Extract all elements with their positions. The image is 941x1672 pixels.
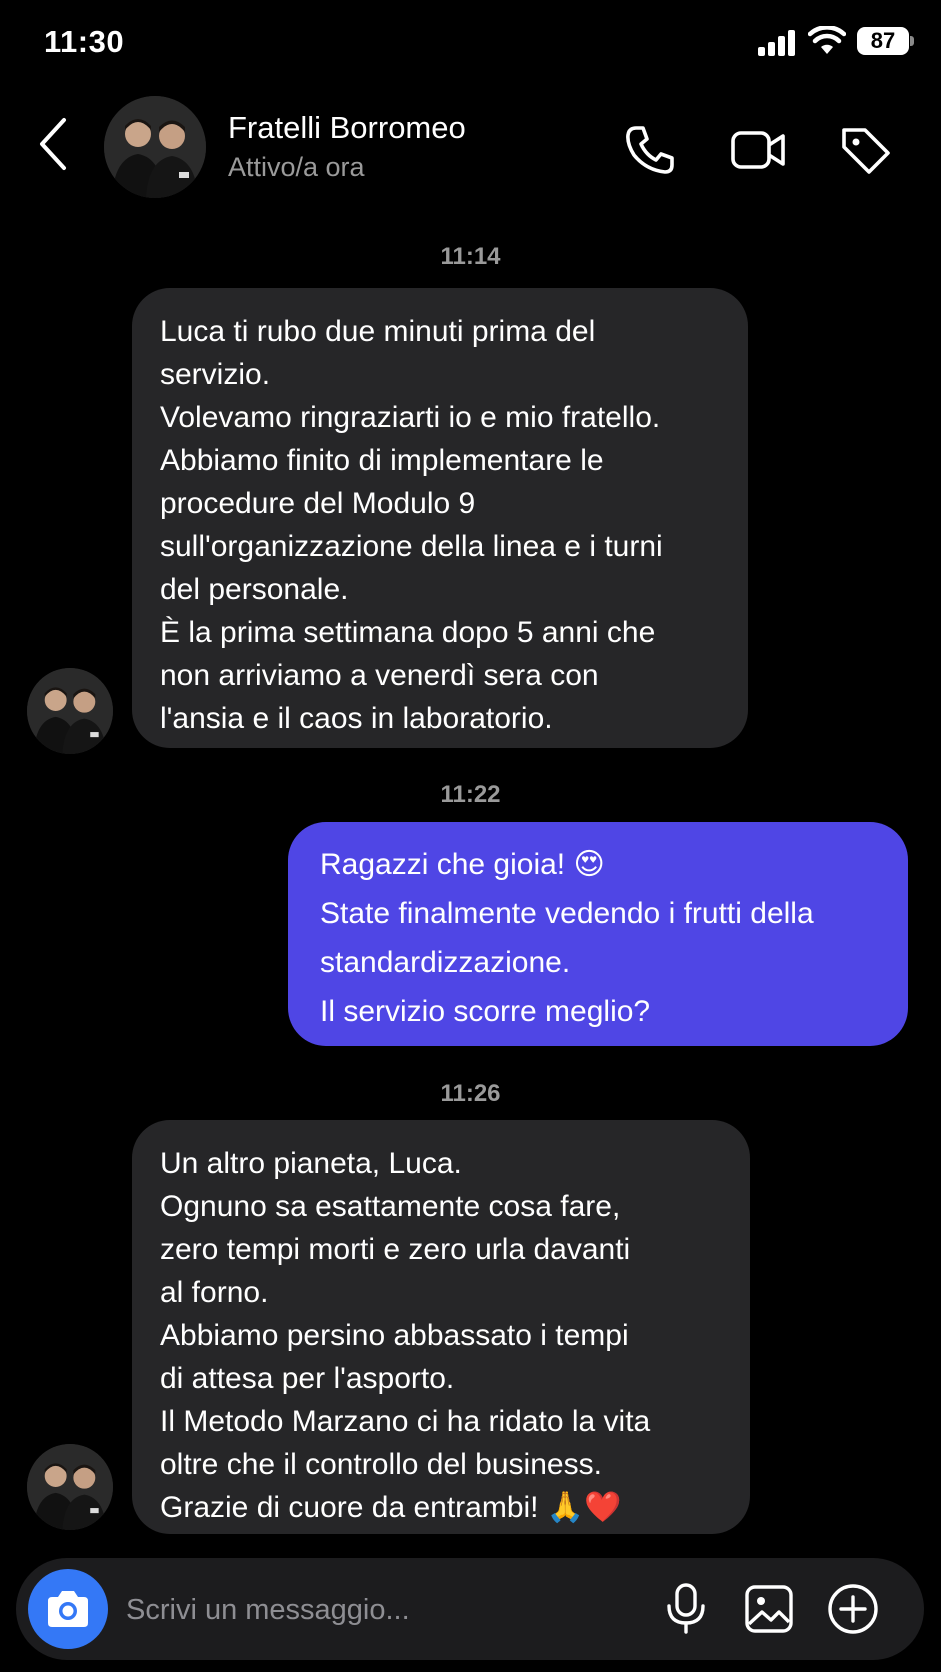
message-line: Abbiamo finito di implementare le	[160, 444, 604, 477]
message-line: di attesa per l'asporto.	[160, 1362, 455, 1395]
camera-button[interactable]	[28, 1569, 108, 1649]
message-timestamp: 11:26	[440, 1080, 501, 1107]
chat-header: Fratelli Borromeo Attivo/a ora	[0, 92, 941, 212]
message-line: Un altro pianeta, Luca.	[160, 1147, 462, 1180]
message-line: Grazie di cuore da entrambi! 🙏❤️	[160, 1491, 622, 1524]
phone-icon[interactable]	[622, 122, 678, 178]
message-timestamp: 11:14	[440, 243, 501, 270]
outgoing-message-bubble[interactable]: Ragazzi che gioia! 😍 State finalmente ve…	[288, 822, 908, 1046]
avatar[interactable]	[27, 1444, 113, 1530]
status-time: 11:30	[44, 24, 125, 59]
message-line: standardizzazione.	[320, 946, 571, 979]
microphone-icon[interactable]	[659, 1582, 713, 1636]
message-line: servizio.	[160, 358, 271, 391]
plus-icon[interactable]	[826, 1582, 880, 1636]
message-line: l'ansia e il caos in laboratorio.	[160, 702, 553, 735]
message-line: Il servizio scorre meglio?	[320, 995, 651, 1028]
tag-icon[interactable]	[838, 122, 894, 178]
contact-name[interactable]: Fratelli Borromeo	[228, 110, 466, 146]
battery-tip	[910, 36, 914, 46]
message-line: non arriviamo a venerdì sera con	[160, 659, 599, 692]
camera-icon	[48, 1591, 88, 1627]
incoming-message-bubble[interactable]: Un altro pianeta, Luca. Ognuno sa esatta…	[132, 1120, 750, 1534]
message-line: È la prima settimana dopo 5 anni che	[160, 616, 656, 649]
message-line: procedure del Modulo 9	[160, 487, 476, 520]
message-line: Il Metodo Marzano ci ha ridato la vita	[160, 1405, 651, 1438]
message-input[interactable]	[124, 1586, 648, 1634]
message-line: Ragazzi che gioia! 😍	[320, 848, 605, 881]
message-line: sull'organizzazione della linea e i turn…	[160, 530, 663, 563]
message-line: Luca ti rubo due minuti prima del	[160, 315, 596, 348]
avatar[interactable]	[27, 668, 113, 754]
message-line: Ognuno sa esattamente cosa fare,	[160, 1190, 621, 1223]
image-icon[interactable]	[742, 1582, 796, 1636]
message-line: oltre che il controllo del business.	[160, 1448, 602, 1481]
message-line: Volevamo ringraziarti io e mio fratello.	[160, 401, 661, 434]
wifi-icon	[808, 26, 846, 54]
status-bar: 11:30 87	[0, 0, 941, 90]
back-chevron-icon[interactable]	[30, 112, 78, 176]
cellular-signal-icon	[758, 30, 798, 56]
message-line: al forno.	[160, 1276, 269, 1309]
message-line: zero tempi morti e zero urla davanti	[160, 1233, 631, 1266]
avatar[interactable]	[104, 96, 206, 198]
video-camera-icon[interactable]	[730, 122, 786, 178]
message-timestamp: 11:22	[440, 781, 501, 808]
incoming-message-bubble[interactable]: Luca ti rubo due minuti prima del serviz…	[132, 288, 748, 748]
contact-status: Attivo/a ora	[228, 152, 365, 182]
battery-indicator: 87	[857, 27, 909, 55]
message-composer	[16, 1558, 924, 1660]
message-line: del personale.	[160, 573, 349, 606]
message-line: State finalmente vedendo i frutti della	[320, 897, 814, 930]
message-line: Abbiamo persino abbassato i tempi	[160, 1319, 629, 1352]
